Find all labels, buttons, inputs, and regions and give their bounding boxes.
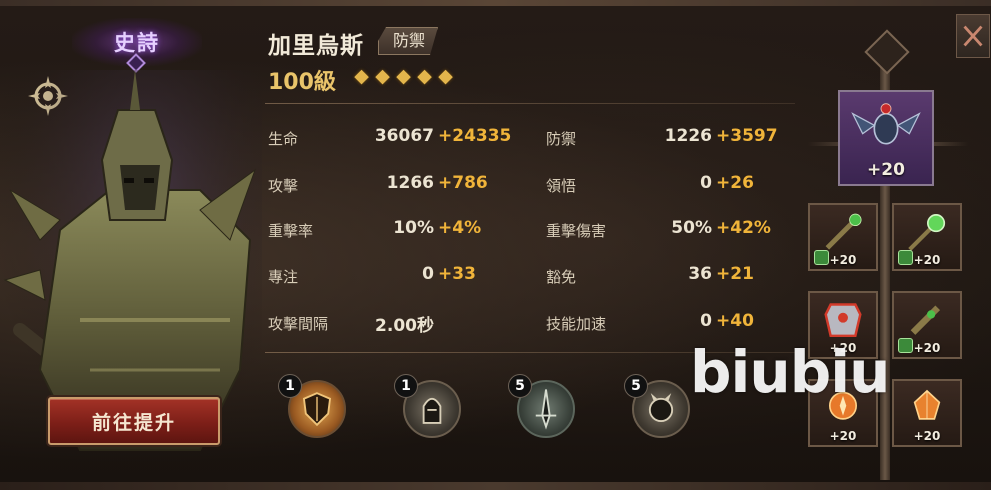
skill-1-level: 1 <box>278 374 302 398</box>
top-frame <box>0 0 991 6</box>
stat-base-crit-rate: 10% <box>393 218 434 238</box>
stat-label-immunity: 豁免 <box>546 268 577 286</box>
stat-base-defense: 1226 <box>664 126 712 146</box>
hero-name: 加里烏斯 <box>268 33 364 59</box>
stat-label-crit-damage: 重擊傷害 <box>546 222 607 240</box>
star-rating: ◆ ◆ ◆ ◆ ◆ <box>352 65 455 87</box>
stat-base-hp: 36067 <box>374 126 434 146</box>
relic-slot[interactable]: +20 <box>838 90 934 186</box>
equipment-slot-1[interactable]: +20 <box>808 203 878 271</box>
stat-base-attack-interval: 2.00秒 <box>375 316 434 336</box>
equipment-slot-4[interactable]: +20 <box>892 291 962 359</box>
stat-bonus-immunity: +21 <box>716 264 754 284</box>
stat-label-hp: 生命 <box>268 130 299 148</box>
star-icon: ◆ <box>354 65 369 87</box>
stat-label-skill-haste: 技能加速 <box>546 315 607 333</box>
stat-bonus-defense: +3597 <box>716 126 778 146</box>
skill-2-level: 1 <box>394 374 418 398</box>
equipment-slot-5-level: +20 <box>829 429 857 443</box>
equipment-slot-1-level: +20 <box>829 253 857 267</box>
star-icon: ◆ <box>438 65 453 87</box>
stat-label-crit-rate: 重擊率 <box>268 222 314 240</box>
equipment-slot-4-level: +20 <box>913 341 941 355</box>
stat-bonus-hp: +24335 <box>438 126 512 146</box>
bottom-frame <box>0 482 991 490</box>
skill-3-level: 5 <box>508 374 532 398</box>
stat-base-focus: 0 <box>422 264 434 284</box>
stat-bonus-insight: +26 <box>716 173 754 193</box>
stat-base-attack: 1266 <box>386 173 434 193</box>
equipment-slot-6-level: +20 <box>913 429 941 443</box>
stat-base-insight: 0 <box>700 173 712 193</box>
go-upgrade-button[interactable]: 前往提升 <box>48 397 220 445</box>
equipment-slot-6[interactable]: +20 <box>892 379 962 447</box>
relic-level: +20 <box>867 160 905 180</box>
close-icon <box>963 25 983 47</box>
stat-bonus-crit-rate: +4% <box>438 218 482 238</box>
stat-label-attack: 攻擊 <box>268 177 299 195</box>
stat-bonus-crit-damage: +42% <box>716 218 771 238</box>
hero-level: 100級 <box>268 70 336 95</box>
rarity-label: 史詩 <box>114 31 160 55</box>
watermark-text: biubiu <box>690 338 890 406</box>
stats-top-divider <box>265 103 795 104</box>
equipment-slot-2[interactable]: +20 <box>892 203 962 271</box>
skill-4-level: 5 <box>624 374 648 398</box>
stat-bonus-focus: +33 <box>438 264 476 284</box>
equipment-slot-2-level: +20 <box>913 253 941 267</box>
stat-label-focus: 專注 <box>268 268 299 286</box>
role-tag: 防禦 <box>378 27 438 55</box>
stat-bonus-attack: +786 <box>438 173 488 193</box>
stat-label-insight: 領悟 <box>546 177 577 195</box>
close-button[interactable] <box>956 14 990 58</box>
stat-base-immunity: 36 <box>688 264 712 284</box>
star-icon: ◆ <box>417 65 432 87</box>
stat-base-skill-haste: 0 <box>700 311 712 331</box>
stat-bonus-skill-haste: +40 <box>716 311 754 331</box>
stat-base-crit-damage: 50% <box>671 218 712 238</box>
stat-label-attack-interval: 攻擊間隔 <box>268 315 329 333</box>
star-icon: ◆ <box>396 65 411 87</box>
stat-label-defense: 防禦 <box>546 130 577 148</box>
star-icon: ◆ <box>375 65 390 87</box>
